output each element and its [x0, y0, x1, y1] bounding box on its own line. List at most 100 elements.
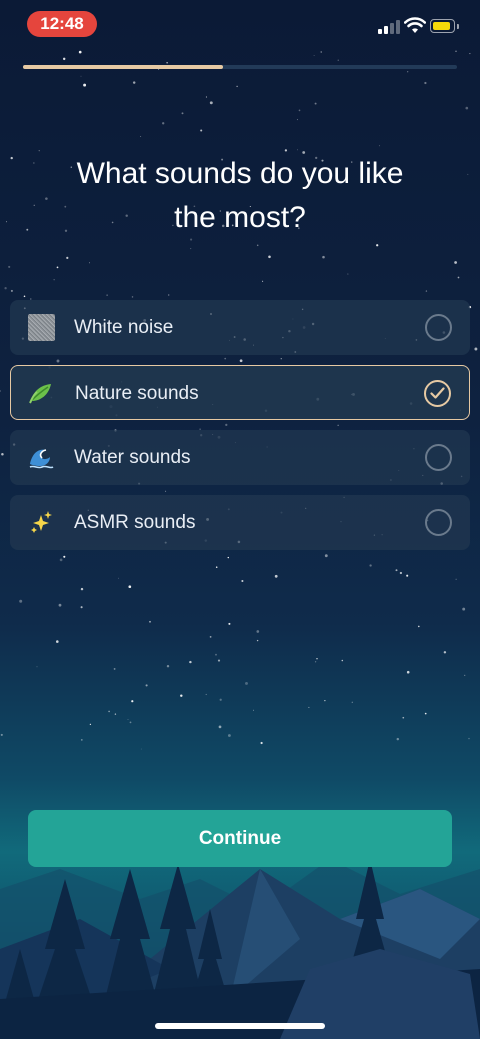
star: [236, 85, 238, 88]
star: [274, 574, 278, 578]
star: [296, 149, 298, 151]
star: [228, 622, 231, 625]
star: [395, 569, 398, 572]
star: [80, 739, 83, 741]
star: [424, 81, 427, 85]
star: [443, 651, 447, 654]
option-white-noise[interactable]: White noise: [10, 300, 470, 355]
star: [78, 50, 82, 54]
star: [10, 156, 13, 160]
star: [0, 733, 3, 736]
status-time[interactable]: 12:48: [27, 11, 97, 37]
star: [227, 556, 229, 559]
star: [376, 244, 379, 247]
star: [8, 265, 11, 268]
star: [117, 577, 120, 579]
star: [337, 424, 339, 426]
star: [347, 273, 349, 275]
radio-unchecked-icon[interactable]: [425, 509, 452, 536]
star: [337, 59, 339, 61]
star: [324, 700, 326, 702]
star: [4, 287, 7, 290]
star: [166, 664, 170, 668]
star: [205, 693, 207, 696]
leaf-icon: [29, 384, 51, 404]
star: [457, 276, 460, 279]
star: [256, 639, 259, 642]
star: [280, 358, 282, 360]
star: [106, 294, 108, 296]
star: [140, 748, 142, 750]
radio-unchecked-icon[interactable]: [425, 314, 452, 341]
star: [113, 667, 116, 670]
star: [132, 81, 136, 84]
star: [215, 566, 218, 568]
star: [324, 554, 328, 558]
star: [417, 625, 420, 628]
star: [129, 721, 132, 724]
radio-checked-icon[interactable]: [424, 380, 451, 407]
star: [455, 50, 457, 53]
battery-cap: [457, 24, 459, 29]
star: [1, 453, 4, 456]
question-line-1: What sounds do you like: [76, 157, 404, 190]
star: [218, 725, 222, 729]
option-label: ASMR sounds: [74, 512, 196, 533]
option-asmr-sounds[interactable]: ASMR sounds: [10, 495, 470, 550]
star: [205, 96, 207, 98]
continue-button[interactable]: Continue: [28, 810, 452, 867]
star: [406, 574, 409, 577]
star: [66, 256, 69, 260]
star: [369, 564, 372, 567]
wifi-icon: [404, 17, 426, 33]
star: [108, 710, 110, 713]
star: [239, 359, 243, 363]
star: [469, 53, 471, 55]
star: [88, 262, 90, 264]
home-indicator[interactable]: [155, 1023, 325, 1029]
star: [145, 684, 148, 687]
white-noise-icon: [28, 314, 55, 341]
star: [56, 266, 59, 269]
option-water-sounds[interactable]: Water sounds: [10, 430, 470, 485]
star: [245, 681, 248, 685]
star: [462, 607, 466, 611]
star: [166, 62, 168, 64]
star: [314, 661, 317, 663]
star: [10, 289, 13, 292]
star: [253, 709, 254, 711]
star: [314, 102, 317, 105]
star: [424, 712, 427, 715]
onboarding-screen: 12:48 What sounds do you like the most? …: [0, 0, 480, 1039]
star: [399, 571, 403, 575]
star: [140, 135, 142, 138]
star: [168, 294, 170, 296]
star: [308, 706, 310, 708]
star: [298, 109, 301, 112]
star: [56, 640, 59, 643]
star: [162, 122, 165, 125]
cellular-signal-icon: [378, 18, 400, 34]
star: [224, 357, 227, 360]
star: [351, 701, 353, 703]
star: [241, 579, 244, 583]
star: [127, 719, 129, 720]
star: [256, 630, 260, 633]
status-bar: 12:48: [0, 0, 480, 48]
star: [89, 723, 92, 726]
star: [320, 51, 322, 53]
star: [131, 700, 134, 703]
star: [80, 75, 82, 77]
star: [296, 119, 298, 121]
battery-level: [432, 21, 450, 30]
star: [189, 660, 192, 664]
star: [407, 71, 409, 73]
star: [378, 145, 381, 147]
checkmark-icon: [430, 387, 445, 399]
onboarding-progress-bar: [23, 65, 457, 69]
radio-unchecked-icon[interactable]: [425, 444, 452, 471]
battery-icon: [430, 19, 455, 33]
star: [215, 653, 217, 656]
question-line-2: the most?: [174, 201, 306, 234]
option-nature-sounds[interactable]: Nature sounds: [10, 365, 470, 420]
